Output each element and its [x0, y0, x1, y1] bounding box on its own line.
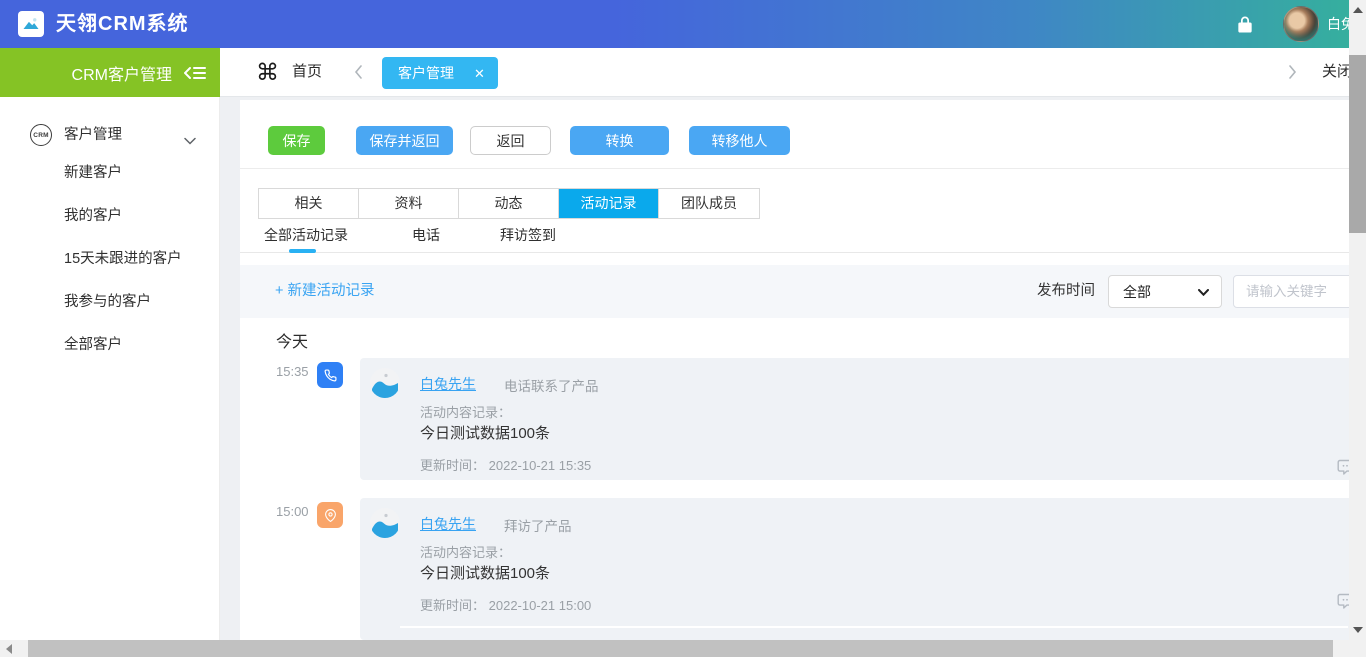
sidebar-title: CRM客户管理 [72, 61, 172, 85]
comment-input-divider [400, 626, 1348, 628]
activity-card: 白兔先生 电话联系了产品 活动内容记录： 今日测试数据100条 更新时间： 20… [360, 358, 1366, 480]
active-subtab-underline [289, 249, 316, 253]
sidebar-group-customer-management[interactable]: CRM 客户管理 [0, 115, 220, 155]
sidebar-item-15day-unfollowed[interactable]: 15天未跟进的客户 [64, 247, 214, 271]
vertical-scrollbar-thumb[interactable] [1349, 55, 1366, 233]
chevron-down-icon [184, 132, 196, 150]
scrollbar-corner [1349, 640, 1366, 657]
sidebar-item-new-customer[interactable]: 新建客户 [64, 161, 214, 185]
image-avatar-icon [370, 368, 400, 398]
sidebar-header: CRM客户管理 [0, 48, 220, 97]
sidebar: CRM 客户管理 新建客户 我的客户 15天未跟进的客户 我参与的客户 全部客户 [0, 97, 220, 640]
transfer-other-button[interactable]: 转移他人 [689, 126, 790, 155]
close-icon[interactable]: ✕ [474, 67, 485, 80]
entry-time: 15:00 [276, 504, 309, 519]
breadcrumb-bar: ⌘ 首页 客户管理 ✕ 关闭 [220, 48, 1366, 97]
horizontal-scrollbar[interactable] [0, 640, 1349, 657]
scroll-down-arrow[interactable] [1353, 627, 1363, 633]
sidebar-item-all-customers[interactable]: 全部客户 [64, 333, 214, 357]
publish-time-select-value: 全部 [1123, 282, 1198, 302]
content-text: 今日测试数据100条 [420, 562, 550, 583]
activity-card: 白兔先生 拜访了产品 活动内容记录： 今日测试数据100条 更新时间： 2022… [360, 498, 1366, 640]
scroll-left-arrow[interactable] [6, 644, 12, 654]
update-time-label: 更新时间： [420, 598, 485, 613]
divider [240, 168, 1366, 169]
app-title: 天翎CRM系统 [56, 0, 189, 48]
entry-time: 15:35 [276, 364, 309, 379]
save-and-return-button[interactable]: 保存并返回 [356, 126, 453, 155]
save-button[interactable]: 保存 [268, 126, 325, 155]
grid-icon[interactable]: ⌘ [256, 58, 279, 86]
tab-related[interactable]: 相关 [259, 189, 359, 218]
update-time-value: 2022-10-21 15:00 [489, 598, 592, 613]
subtab-all-records[interactable]: 全部活动记录 [264, 222, 348, 252]
activity-action-text: 电话联系了产品 [504, 375, 599, 395]
convert-button[interactable]: 转换 [570, 126, 669, 155]
filter-bar: + 新建活动记录 发布时间 全部 [240, 265, 1366, 318]
image-avatar-icon [370, 508, 400, 538]
select-caret-icon [1198, 283, 1209, 301]
breadcrumb-tab-label: 客户管理 [398, 63, 454, 83]
picture-logo-icon [21, 14, 41, 34]
publish-time-select[interactable]: 全部 [1108, 275, 1222, 308]
chevron-right-icon[interactable] [1288, 65, 1297, 84]
phone-icon [317, 362, 343, 388]
contact-name-link[interactable]: 白兔先生 [420, 374, 476, 394]
content-label: 活动内容记录： [420, 542, 511, 561]
breadcrumb-home[interactable]: 首页 [292, 48, 322, 96]
subtab-phone[interactable]: 电话 [412, 222, 440, 252]
tab-activity-records[interactable]: 活动记录 [559, 189, 659, 218]
update-time-text: 更新时间： 2022-10-21 15:35 [420, 455, 591, 474]
content-text: 今日测试数据100条 [420, 422, 550, 443]
sidebar-item-participated[interactable]: 我参与的客户 [64, 290, 214, 314]
sidebar-item-my-customers[interactable]: 我的客户 [64, 204, 214, 228]
publish-time-label: 发布时间 [1037, 265, 1095, 318]
location-pin-icon [317, 502, 343, 528]
tab-dynamics[interactable]: 动态 [459, 189, 559, 218]
activity-action-text: 拜访了产品 [504, 515, 572, 535]
back-button[interactable]: 返回 [470, 126, 551, 155]
crm-badge-icon: CRM [30, 124, 52, 146]
top-header-bar: 天翎CRM系统 白兔 [0, 0, 1366, 48]
activity-subtabs: 全部活动记录 电话 拜访签到 [240, 222, 1366, 253]
detail-tabbar: 相关 资料 动态 活动记录 团队成员 [258, 188, 760, 219]
timeline-day-label: 今天 [276, 328, 308, 352]
crm-app-window: 天翎CRM系统 白兔 CRM客户管理 CRM 客户管理 [0, 0, 1366, 657]
breadcrumb-tab-customer-management[interactable]: 客户管理 ✕ [382, 57, 498, 89]
scroll-up-arrow[interactable] [1353, 7, 1363, 13]
update-time-value: 2022-10-21 15:35 [489, 458, 592, 473]
contact-name-link[interactable]: 白兔先生 [420, 514, 476, 534]
subtab-visit-checkin[interactable]: 拜访签到 [500, 222, 556, 252]
update-time-label: 更新时间： [420, 458, 485, 473]
update-time-text: 更新时间： 2022-10-21 15:00 [420, 595, 591, 614]
menu-fold-icon[interactable] [184, 65, 206, 81]
horizontal-scrollbar-thumb[interactable] [28, 640, 1333, 657]
chevron-left-icon[interactable] [354, 65, 363, 84]
sidebar-group-label: 客户管理 [64, 115, 122, 155]
keyword-search-input[interactable] [1233, 275, 1366, 308]
new-activity-record-link[interactable]: + 新建活动记录 [275, 265, 375, 318]
app-logo [18, 11, 44, 37]
content-label: 活动内容记录： [420, 402, 511, 421]
user-avatar[interactable] [1283, 6, 1319, 42]
lock-icon[interactable] [1237, 15, 1253, 34]
tab-profile[interactable]: 资料 [359, 189, 459, 218]
tab-team-members[interactable]: 团队成员 [659, 189, 759, 218]
content-panel: 保存 保存并返回 返回 转换 转移他人 相关 资料 动态 活动记录 团队成员 全… [240, 100, 1366, 640]
vertical-scrollbar[interactable] [1349, 0, 1366, 640]
close-tabs-menu[interactable]: 关闭 [1322, 48, 1352, 96]
